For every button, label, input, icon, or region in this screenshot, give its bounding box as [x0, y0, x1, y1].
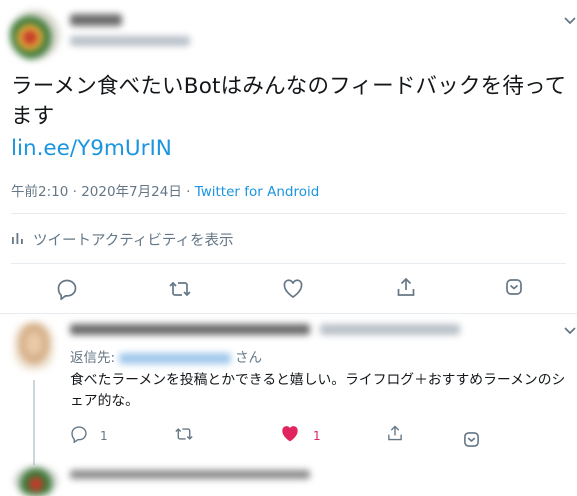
reply-count: 1: [100, 429, 108, 443]
chevron-down-icon: [505, 279, 523, 300]
more-actions-button[interactable]: [505, 278, 523, 300]
thread-line: [33, 380, 35, 465]
reply-to-user[interactable]: [119, 352, 232, 364]
like-button[interactable]: [282, 278, 304, 304]
share-icon: [386, 425, 404, 446]
tweet-text: ラーメン食べたいBotはみんなのフィードバックを待ってます: [11, 74, 567, 129]
reply-reply-button[interactable]: 1: [70, 425, 108, 447]
reply-avatar[interactable]: [14, 322, 54, 370]
avatar[interactable]: [10, 10, 60, 60]
chevron-down-icon[interactable]: [563, 324, 577, 340]
reply-icon: [56, 279, 78, 304]
reply-text: 食べたラーメンを投稿とかできると嬉しい。ライフログ＋おすすめラーメンのシェア的な…: [70, 372, 566, 409]
next-author-line[interactable]: [70, 470, 310, 479]
reply-like-button[interactable]: 1: [281, 425, 321, 447]
heart-icon: [282, 279, 304, 304]
tweet-meta: 午前2:10 · 2020年7月24日 · Twitter for Androi…: [11, 180, 319, 200]
reply-retweet-button[interactable]: [174, 425, 194, 447]
reply-icon: [70, 425, 88, 447]
reply-button[interactable]: [56, 278, 78, 304]
heart-icon: [281, 425, 299, 447]
tweet-timestamp[interactable]: 午前2:10 · 2020年7月24日 ·: [11, 184, 195, 200]
reply-author-name[interactable]: [70, 324, 310, 335]
chevron-down-icon[interactable]: [563, 14, 577, 30]
retweet-button[interactable]: [168, 278, 192, 304]
divider: [11, 263, 566, 264]
reply-author-handle[interactable]: [320, 324, 460, 335]
chevron-down-icon: [463, 432, 480, 452]
next-avatar[interactable]: [14, 466, 58, 496]
reply-to-prefix: 返信先:: [70, 350, 116, 366]
author-name[interactable]: [70, 14, 122, 26]
reply-to-line: 返信先: さん: [70, 346, 262, 366]
tweet-source[interactable]: Twitter for Android: [195, 184, 320, 200]
retweet-icon: [174, 428, 194, 447]
retweet-icon: [168, 281, 192, 304]
share-icon: [395, 277, 417, 302]
reply-share-button[interactable]: [386, 424, 404, 446]
like-count: 1: [313, 429, 321, 443]
author-handle[interactable]: [70, 36, 190, 46]
divider: [11, 213, 566, 214]
divider: [0, 313, 577, 314]
tweet-link[interactable]: lin.ee/Y9mUrIN: [11, 136, 172, 161]
reply-more-button[interactable]: [463, 431, 480, 452]
activity-label: ツイートアクティビティを表示: [33, 233, 234, 249]
tweet-activity-link[interactable]: ツイートアクティビティを表示: [11, 229, 234, 250]
share-button[interactable]: [395, 276, 417, 302]
stats-icon: [11, 231, 25, 249]
reply-to-suffix: さん: [235, 350, 263, 366]
